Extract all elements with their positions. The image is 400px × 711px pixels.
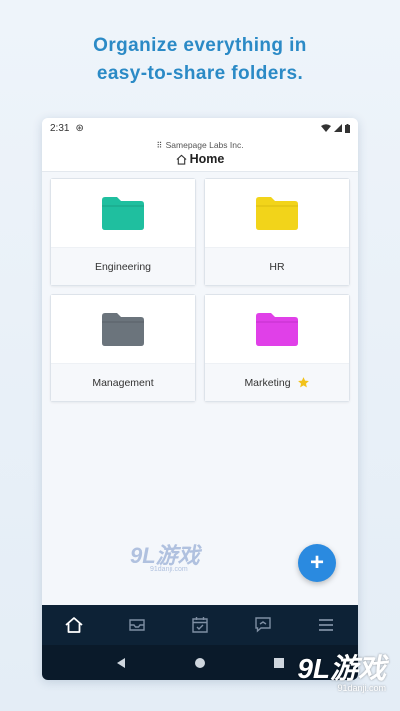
folder-icon bbox=[102, 313, 144, 346]
folder-icon bbox=[102, 197, 144, 230]
back-icon[interactable] bbox=[115, 657, 127, 669]
add-button[interactable]: + bbox=[298, 544, 336, 582]
drag-grip-icon: ⠿ bbox=[156, 141, 162, 150]
tab-home[interactable] bbox=[54, 605, 94, 645]
app-header: ⠿ Samepage Labs Inc. Home bbox=[42, 138, 358, 172]
tab-menu[interactable] bbox=[306, 605, 346, 645]
sync-icon: ⊛ bbox=[75, 122, 84, 134]
org-switcher[interactable]: ⠿ Samepage Labs Inc. bbox=[42, 138, 358, 151]
folder-card-engineering[interactable]: Engineering bbox=[50, 178, 196, 286]
star-icon bbox=[297, 377, 309, 388]
signal-icon bbox=[334, 124, 342, 132]
folder-name: Engineering bbox=[94, 260, 152, 273]
status-icons bbox=[321, 123, 350, 133]
home-outline-icon bbox=[176, 154, 187, 165]
bottom-tab-bar bbox=[42, 605, 358, 645]
site-badge-main: 9L游戏 bbox=[297, 653, 386, 684]
phone-screen: 2:31 ⊛ ⠿ Samepage Labs Inc. Home Enginee… bbox=[42, 118, 358, 680]
site-badge: 9L游戏 91danji.com bbox=[297, 647, 386, 693]
watermark-main: 9L游戏 bbox=[130, 543, 200, 568]
recents-icon[interactable] bbox=[273, 657, 285, 669]
chat-icon bbox=[255, 617, 271, 633]
page-title-text: Home bbox=[189, 152, 225, 166]
status-bar: 2:31 ⊛ bbox=[42, 118, 358, 138]
folder-card-marketing[interactable]: Marketing bbox=[204, 294, 350, 402]
folder-name: Marketing bbox=[244, 376, 291, 389]
promo-headline: Organize everything in easy-to-share fol… bbox=[0, 32, 400, 88]
watermark: 9L游戏 91danji.com bbox=[130, 538, 200, 573]
battery-icon bbox=[345, 123, 350, 133]
folder-card-management[interactable]: Management bbox=[50, 294, 196, 402]
inbox-icon bbox=[129, 619, 145, 631]
tab-chat[interactable] bbox=[243, 605, 283, 645]
folder-name: Management bbox=[92, 376, 154, 389]
folder-icon bbox=[256, 197, 298, 230]
tab-inbox[interactable] bbox=[117, 605, 157, 645]
promo-headline-line1: Organize everything in bbox=[93, 35, 307, 56]
promo-headline-line2: easy-to-share folders. bbox=[96, 63, 304, 84]
site-badge-sub: 91danji.com bbox=[337, 683, 386, 693]
org-name: Samepage Labs Inc. bbox=[165, 140, 244, 150]
page-title: Home bbox=[42, 151, 358, 168]
calendar-icon bbox=[192, 617, 208, 633]
folder-card-hr[interactable]: HR bbox=[204, 178, 350, 286]
folder-name: HR bbox=[269, 260, 285, 273]
tab-calendar[interactable] bbox=[180, 605, 220, 645]
menu-icon bbox=[319, 619, 334, 631]
home-circle-icon[interactable] bbox=[194, 657, 206, 669]
folder-grid: Engineering HR Management Marketing bbox=[50, 178, 350, 402]
status-time: 2:31 bbox=[50, 122, 70, 134]
folder-icon bbox=[256, 313, 298, 346]
wifi-icon bbox=[321, 124, 331, 132]
home-icon bbox=[65, 617, 83, 633]
